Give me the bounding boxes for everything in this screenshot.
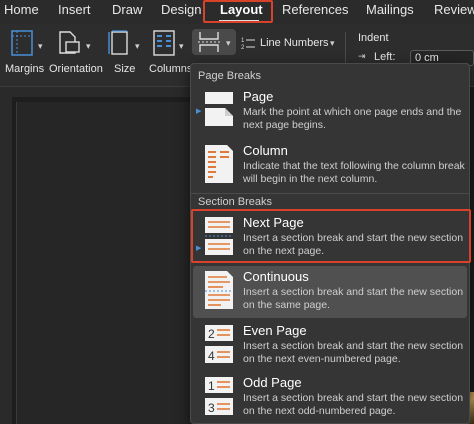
line-numbers-chevron-down-icon[interactable]: ▾ <box>330 38 335 49</box>
indent-label: Indent <box>358 32 389 44</box>
menu-item-page-break[interactable]: ▶ Page Mark the point at which one page … <box>193 86 467 136</box>
menu-item-continuous[interactable]: Continuous Insert a section break and st… <box>193 266 467 318</box>
continuous-title: Continuous <box>243 269 309 284</box>
page-break-description: Mark the point at which one page ends an… <box>243 106 462 131</box>
page-breaks-header: Page Breaks <box>198 70 261 82</box>
margins-button[interactable] <box>4 30 40 56</box>
column-break-title: Column <box>243 143 288 158</box>
indent-left-icon: ⇥ <box>358 51 366 61</box>
horizontal-ruler <box>12 87 192 97</box>
columns-icon <box>153 30 175 56</box>
tab-draw[interactable]: Draw <box>112 2 142 17</box>
svg-text:2: 2 <box>241 45 245 50</box>
even-number-four: 4 <box>208 349 215 363</box>
columns-label: Columns <box>149 63 193 75</box>
tab-review[interactable]: Review <box>434 2 474 17</box>
tab-references[interactable]: References <box>282 2 348 17</box>
breaks-button[interactable]: ▾ <box>192 29 236 55</box>
section-breaks-header: Section Breaks <box>198 196 272 208</box>
document-page[interactable] <box>16 102 197 424</box>
page-break-icon <box>205 92 233 126</box>
odd-page-break-icon: 1 3 <box>205 377 233 415</box>
odd-page-description: Insert a section break and start the new… <box>243 392 464 417</box>
continuous-description: Insert a section break and start the new… <box>243 286 464 311</box>
even-number-two: 2 <box>208 327 215 341</box>
tab-insert[interactable]: Insert <box>58 2 91 17</box>
breaks-icon <box>198 32 220 52</box>
menu-item-column-break[interactable]: Column Indicate that the text following … <box>193 140 467 192</box>
margins-icon <box>11 30 33 56</box>
menu-item-odd-page[interactable]: 1 3 Odd Page Insert a section break and … <box>193 372 467 424</box>
layout-tab-annotation <box>203 0 273 23</box>
page-break-title: Page <box>243 89 274 104</box>
orientation-icon <box>59 31 80 54</box>
odd-number-one: 1 <box>208 379 215 393</box>
tab-home[interactable]: Home <box>4 2 39 17</box>
menu-item-even-page[interactable]: 2 4 Even Page Insert a section break and… <box>193 320 467 372</box>
orientation-button[interactable] <box>55 30 83 56</box>
margins-label: Margins <box>5 63 45 75</box>
svg-text:1: 1 <box>241 38 245 44</box>
columns-chevron-down-icon[interactable]: ▾ <box>179 41 184 52</box>
vertical-ruler <box>0 87 12 424</box>
page-size-icon <box>108 30 128 55</box>
even-page-break-icon: 2 4 <box>205 325 233 363</box>
margins-chevron-down-icon[interactable]: ▾ <box>38 41 43 52</box>
odd-number-three: 3 <box>208 401 215 415</box>
line-numbers-button[interactable]: Line Numbers <box>260 37 328 49</box>
breaks-chevron-down-icon: ▾ <box>226 38 231 48</box>
column-break-icon <box>205 145 233 183</box>
size-button[interactable] <box>107 30 131 56</box>
line-numbers-icon: 1 2 <box>241 38 255 50</box>
next-page-annotation <box>191 209 471 263</box>
odd-page-title: Odd Page <box>243 375 302 390</box>
columns-button[interactable] <box>152 30 176 56</box>
continuous-break-icon <box>205 271 233 309</box>
size-chevron-down-icon[interactable]: ▾ <box>135 41 140 52</box>
tab-mailings[interactable]: Mailings <box>366 2 414 17</box>
orientation-chevron-down-icon[interactable]: ▾ <box>86 41 91 52</box>
even-page-title: Even Page <box>243 323 307 338</box>
indent-left-label: Left: <box>374 51 396 63</box>
column-break-description: Indicate that the text following the col… <box>243 160 465 185</box>
tab-design[interactable]: Design <box>161 2 201 17</box>
menu-divider <box>191 193 469 194</box>
size-label: Size <box>114 63 136 75</box>
orientation-label: Orientation <box>49 63 103 75</box>
selection-arrow-icon: ▶ <box>196 108 202 115</box>
even-page-description: Insert a section break and start the new… <box>243 340 464 365</box>
